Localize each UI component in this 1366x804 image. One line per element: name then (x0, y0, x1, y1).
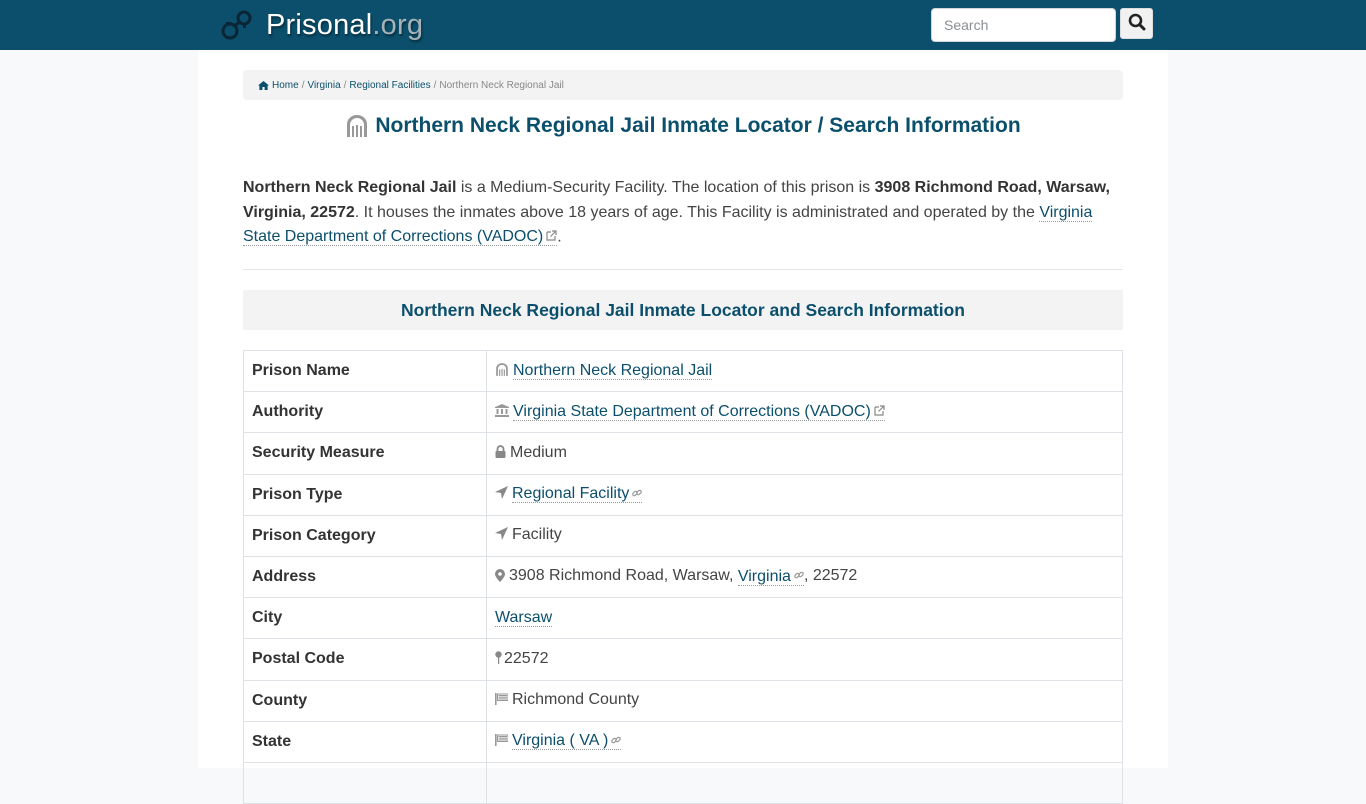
search-button[interactable] (1120, 8, 1153, 39)
breadcrumb-current: Northern Neck Regional Jail (439, 79, 564, 91)
state-link[interactable]: Virginia ( VA ) (512, 732, 622, 751)
chain-link-icon (632, 485, 643, 503)
chain-link-icon (794, 567, 804, 585)
table-row: Postal Code 22572 (243, 638, 1123, 681)
flag-icon (495, 692, 509, 710)
row-value: Virginia ( VA ) (486, 720, 1123, 763)
row-value: 22572 (486, 638, 1123, 681)
prison-type-link[interactable]: Regional Facility (512, 485, 643, 504)
table-row: Prison Type Regional Facility (243, 473, 1123, 516)
row-label: Authority (243, 391, 487, 434)
row-label: City (243, 597, 487, 640)
main-container: Home / Virginia / Regional Facilities / … (198, 50, 1168, 804)
breadcrumb-regional-facilities[interactable]: Regional Facilities (349, 80, 430, 91)
facility-info-table: Prison Name Northern Neck Regional Jail … (243, 349, 1123, 804)
prison-name-link[interactable]: Northern Neck Regional Jail (513, 361, 713, 380)
breadcrumb-virginia[interactable]: Virginia (307, 80, 340, 91)
prison-gate-icon (495, 362, 509, 381)
search-icon (1128, 13, 1146, 34)
location-arrow-icon (495, 527, 508, 545)
site-logo-link[interactable]: Prisonal.org (221, 6, 423, 44)
table-row: County Richmond County (243, 679, 1123, 722)
handcuffs-icon (221, 9, 253, 41)
row-value: Regional Facility (486, 473, 1123, 516)
top-navbar: Prisonal.org (0, 0, 1366, 50)
row-value: Virginia State Department of Corrections… (486, 391, 1123, 434)
lock-icon (495, 445, 506, 463)
table-row: Prison Name Northern Neck Regional Jail (243, 349, 1123, 393)
section-heading: Northern Neck Regional Jail Inmate Locat… (243, 290, 1123, 330)
table-row: Security Measure Medium (243, 432, 1123, 475)
breadcrumb-home[interactable]: Home (258, 80, 299, 91)
home-icon (258, 80, 269, 90)
government-building-icon (495, 403, 509, 422)
row-value: Warsaw (486, 597, 1123, 640)
row-label: Prison Name (243, 349, 487, 393)
authority-table-link[interactable]: Virginia State Department of Corrections… (513, 402, 885, 421)
table-row: Prison Category Facility (243, 514, 1123, 557)
row-value (486, 761, 1123, 804)
location-arrow-icon (495, 486, 508, 504)
table-row: Authority Virginia State Department of C… (243, 391, 1123, 434)
row-label: Postal Code (243, 638, 487, 681)
row-label: County (243, 679, 487, 722)
row-value: Medium (486, 432, 1123, 475)
breadcrumb-separator: / (433, 79, 437, 91)
row-label: Prison Category (243, 514, 487, 557)
table-row (243, 761, 1123, 804)
row-label: Prison Type (243, 473, 487, 516)
breadcrumb-separator: / (301, 79, 305, 91)
search-input[interactable] (931, 8, 1116, 42)
row-label (243, 761, 487, 804)
prison-gate-icon (345, 115, 369, 137)
breadcrumb: Home / Virginia / Regional Facilities / … (243, 70, 1123, 100)
site-brand-name: Prisonal.org (266, 8, 424, 41)
facility-name: Northern Neck Regional Jail (243, 179, 457, 196)
section-divider (243, 269, 1123, 270)
row-value: 3908 Richmond Road, Warsaw, Virginia, 22… (486, 555, 1123, 599)
breadcrumb-separator: / (343, 79, 347, 91)
row-label: Address (243, 555, 487, 599)
map-pin-icon (495, 651, 502, 669)
chain-link-icon (611, 732, 622, 750)
table-row: Address 3908 Richmond Road, Warsaw, Virg… (243, 555, 1123, 599)
row-value: Richmond County (486, 679, 1123, 722)
table-row: State Virginia ( VA ) (243, 720, 1123, 763)
row-value: Facility (486, 514, 1123, 557)
external-link-icon (874, 403, 885, 421)
intro-paragraph: Northern Neck Regional Jail is a Medium-… (243, 176, 1123, 250)
address-state-link[interactable]: Virginia (737, 567, 804, 586)
row-label: Security Measure (243, 432, 487, 475)
flag-icon (495, 733, 509, 751)
table-row: City Warsaw (243, 597, 1123, 640)
page-title: Northern Neck Regional Jail Inmate Locat… (243, 114, 1123, 138)
city-link[interactable]: Warsaw (495, 609, 553, 628)
map-marker-icon (495, 568, 505, 587)
row-label: State (243, 720, 487, 763)
external-link-icon (546, 225, 557, 250)
row-value: Northern Neck Regional Jail (486, 349, 1123, 393)
